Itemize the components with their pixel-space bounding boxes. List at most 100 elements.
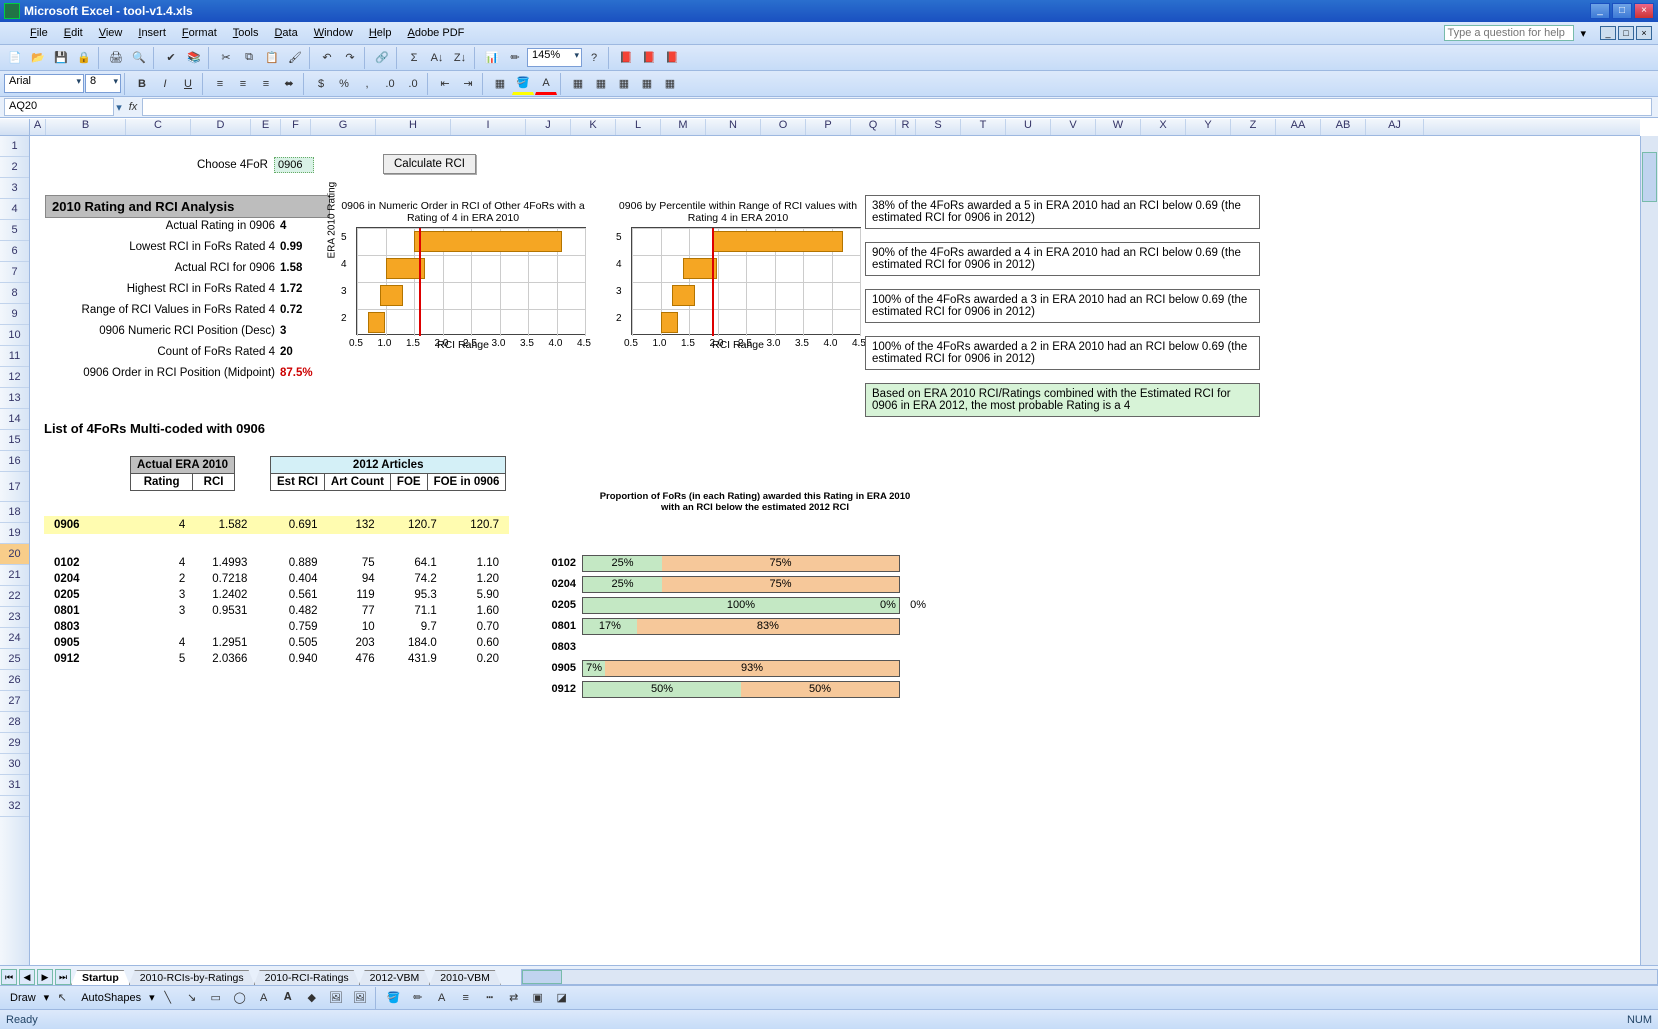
format-painter-button[interactable]: 🖌 <box>284 47 306 69</box>
col-header-AB[interactable]: AB <box>1321 119 1366 135</box>
col-header-H[interactable]: H <box>376 119 451 135</box>
redo-button[interactable]: ↷ <box>339 47 361 69</box>
col-header-K[interactable]: K <box>571 119 616 135</box>
arrow-style-button[interactable]: ⇄ <box>503 987 525 1009</box>
row-header-27[interactable]: 27 <box>0 691 29 712</box>
menu-view[interactable]: View <box>91 25 131 41</box>
fill-button[interactable]: 🪣 <box>383 987 405 1009</box>
extra4-button[interactable]: ▦ <box>636 73 658 95</box>
col-header-Z[interactable]: Z <box>1231 119 1276 135</box>
fill-color-button[interactable]: 🪣 <box>512 73 534 95</box>
permission-button[interactable]: 🔒 <box>73 47 95 69</box>
pdf-button[interactable]: 📕 <box>615 47 637 69</box>
align-left-button[interactable]: ≡ <box>209 73 231 95</box>
sheet-tab-startup[interactable]: Startup <box>71 970 130 985</box>
row-header-9[interactable]: 9 <box>0 304 29 325</box>
tab-last-button[interactable]: ⏭ <box>55 969 71 985</box>
minimize-button[interactable]: _ <box>1590 3 1610 19</box>
menu-format[interactable]: Format <box>174 25 225 41</box>
sheet-tab-2012-vbm[interactable]: 2012-VBM <box>359 970 431 985</box>
undo-button[interactable]: ↶ <box>316 47 338 69</box>
sheet-tab-2010-rci-ratings[interactable]: 2010-RCI-Ratings <box>254 970 360 985</box>
col-header-M[interactable]: M <box>661 119 706 135</box>
col-header-L[interactable]: L <box>616 119 661 135</box>
doc-close-button[interactable]: × <box>1636 26 1652 40</box>
row-header-26[interactable]: 26 <box>0 670 29 691</box>
row-header-15[interactable]: 15 <box>0 430 29 451</box>
copy-button[interactable]: ⧉ <box>238 47 260 69</box>
hyperlink-button[interactable]: 🔗 <box>371 47 393 69</box>
row-header-28[interactable]: 28 <box>0 712 29 733</box>
font-color2-button[interactable]: A <box>431 987 453 1009</box>
name-box[interactable]: AQ20 <box>4 98 114 116</box>
sheet-tab-2010-rcis-by-ratings[interactable]: 2010-RCIs-by-Ratings <box>129 970 255 985</box>
col-header-B[interactable]: B <box>46 119 126 135</box>
row-header-25[interactable]: 25 <box>0 649 29 670</box>
open-button[interactable]: 📂 <box>27 47 49 69</box>
drawing-button[interactable]: ✏ <box>504 47 526 69</box>
col-header-F[interactable]: F <box>281 119 311 135</box>
menu-data[interactable]: Data <box>266 25 305 41</box>
formula-input[interactable] <box>142 98 1652 116</box>
col-header-AA[interactable]: AA <box>1276 119 1321 135</box>
row-header-4[interactable]: 4 <box>0 199 29 220</box>
align-center-button[interactable]: ≡ <box>232 73 254 95</box>
wordart-button[interactable]: 𝐀 <box>277 987 299 1009</box>
help-search[interactable] <box>1444 25 1574 41</box>
menu-insert[interactable]: Insert <box>130 25 174 41</box>
sort-desc-button[interactable]: Z↓ <box>449 47 471 69</box>
row-header-3[interactable]: 3 <box>0 178 29 199</box>
dec-indent-button[interactable]: ⇤ <box>434 73 456 95</box>
percent-button[interactable]: % <box>333 73 355 95</box>
chart-button[interactable]: 📊 <box>481 47 503 69</box>
row-header-13[interactable]: 13 <box>0 388 29 409</box>
dec-decimal-button[interactable]: .0 <box>402 73 424 95</box>
row-header-32[interactable]: 32 <box>0 796 29 817</box>
col-header-X[interactable]: X <box>1141 119 1186 135</box>
font-combo[interactable]: Arial <box>4 74 84 93</box>
extra1-button[interactable]: ▦ <box>567 73 589 95</box>
inc-indent-button[interactable]: ⇥ <box>457 73 479 95</box>
menu-edit[interactable]: Edit <box>56 25 91 41</box>
rect-button[interactable]: ▭ <box>205 987 227 1009</box>
menu-window[interactable]: Window <box>306 25 361 41</box>
tab-prev-button[interactable]: ◀ <box>19 969 35 985</box>
spell-button[interactable]: ✔ <box>160 47 182 69</box>
line-color-button[interactable]: ✏ <box>407 987 429 1009</box>
maximize-button[interactable]: □ <box>1612 3 1632 19</box>
row-header-22[interactable]: 22 <box>0 586 29 607</box>
diagram-button[interactable]: ◆ <box>301 987 323 1009</box>
col-header-P[interactable]: P <box>806 119 851 135</box>
fx-icon[interactable]: fx <box>124 101 142 113</box>
col-header-J[interactable]: J <box>526 119 571 135</box>
col-header-S[interactable]: S <box>916 119 961 135</box>
choose-value[interactable]: 0906 <box>274 157 314 173</box>
picture-button[interactable]: 🖼 <box>349 987 371 1009</box>
align-right-button[interactable]: ≡ <box>255 73 277 95</box>
shadow-button[interactable]: ▣ <box>527 987 549 1009</box>
autosum-button[interactable]: Σ <box>403 47 425 69</box>
italic-button[interactable]: I <box>154 73 176 95</box>
col-header-E[interactable]: E <box>251 119 281 135</box>
row-header-8[interactable]: 8 <box>0 283 29 304</box>
bold-button[interactable]: B <box>131 73 153 95</box>
row-header-17[interactable]: 17 <box>0 472 29 502</box>
pdf2-button[interactable]: 📕 <box>638 47 660 69</box>
print-button[interactable]: 🖨 <box>105 47 127 69</box>
menu-help[interactable]: Help <box>361 25 400 41</box>
font-color-button[interactable]: A <box>535 73 557 95</box>
row-header-19[interactable]: 19 <box>0 523 29 544</box>
new-button[interactable]: 📄 <box>4 47 26 69</box>
help-button[interactable]: ? <box>583 47 605 69</box>
arrow-button[interactable]: ↘ <box>181 987 203 1009</box>
borders-button[interactable]: ▦ <box>489 73 511 95</box>
autoshapes-label[interactable]: AutoShapes <box>75 992 147 1004</box>
row-header-12[interactable]: 12 <box>0 367 29 388</box>
sort-asc-button[interactable]: A↓ <box>426 47 448 69</box>
doc-restore-button[interactable]: □ <box>1618 26 1634 40</box>
preview-button[interactable]: 🔍 <box>128 47 150 69</box>
vertical-scrollbar[interactable] <box>1640 136 1658 968</box>
col-header-D[interactable]: D <box>191 119 251 135</box>
zoom-combo[interactable]: 145% <box>527 48 582 67</box>
underline-button[interactable]: U <box>177 73 199 95</box>
